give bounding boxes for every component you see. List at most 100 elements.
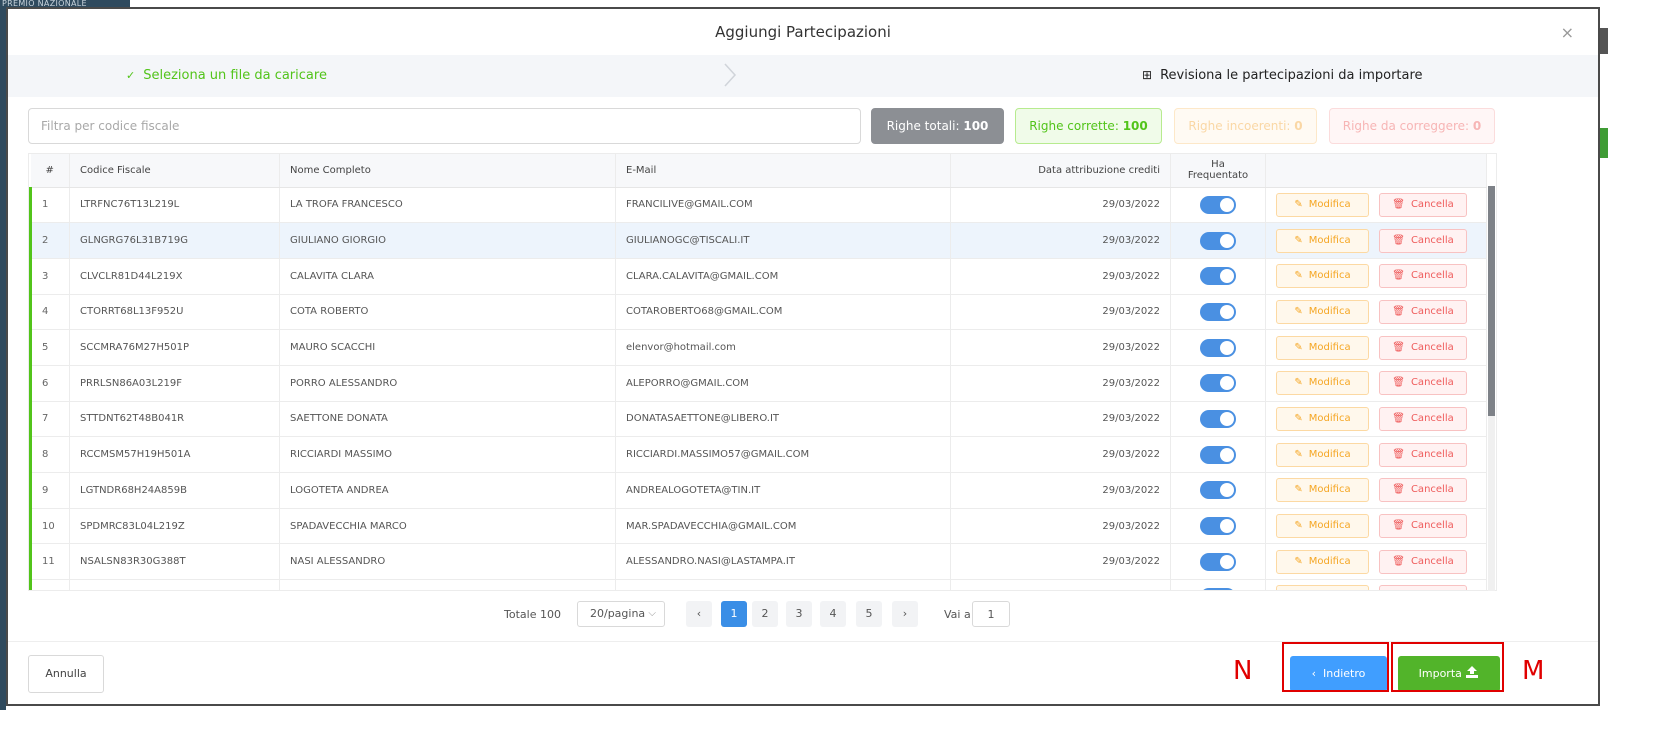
- row-email: [615, 579, 951, 590]
- attended-toggle[interactable]: [1200, 267, 1236, 286]
- row-actions-cell: ✎ Modifica 🗑 Cancella: [1265, 329, 1487, 366]
- col-email-header[interactable]: E-Mail: [615, 154, 951, 188]
- row-credit-date: 29/03/2022: [950, 258, 1171, 295]
- goto-page-input[interactable]: [972, 601, 1010, 627]
- row-email: elenvor@hotmail.com: [615, 329, 951, 366]
- attended-toggle[interactable]: [1200, 481, 1236, 500]
- row-index: 4: [29, 294, 70, 330]
- delete-button[interactable]: 🗑Cancella: [1379, 192, 1467, 217]
- col-credit-date-header[interactable]: Data attribuzione crediti: [950, 154, 1171, 188]
- page-button-4[interactable]: 4: [820, 601, 846, 627]
- edit-button[interactable]: ✎Modifica: [1276, 442, 1369, 467]
- edit-button-label: Modifica: [1308, 412, 1351, 424]
- page-button-1[interactable]: 1: [721, 601, 747, 627]
- delete-button[interactable]: 🗑Cancella: [1379, 442, 1467, 467]
- table-scrollbar-thumb[interactable]: [1488, 186, 1495, 416]
- row-full-name: LA TROFA FRANCESCO: [279, 187, 616, 223]
- row-full-name: MAURO SCACCHI: [279, 329, 616, 366]
- attended-toggle[interactable]: [1200, 588, 1236, 590]
- delete-button-label: Cancella: [1410, 484, 1454, 496]
- row-full-name: LOGOTETA ANDREA: [279, 472, 616, 509]
- attended-toggle[interactable]: [1200, 231, 1236, 250]
- delete-button[interactable]: 🗑Cancella: [1379, 514, 1467, 539]
- col-fiscal-code-header[interactable]: Codice Fiscale: [69, 154, 280, 188]
- correct-rows-badge[interactable]: Righe corrette: 100: [1015, 108, 1162, 144]
- edit-icon: ✎: [1294, 341, 1303, 353]
- row-email: FRANCILIVE@GMAIL.COM: [615, 187, 951, 223]
- row-full-name: SPADAVECCHIA MARCO: [279, 508, 616, 544]
- cancel-button[interactable]: Annulla: [28, 655, 104, 693]
- row-credit-date: 29/03/2022: [950, 365, 1171, 402]
- incoherent-rows-badge[interactable]: Righe incoerenti: 0: [1174, 108, 1317, 144]
- delete-button[interactable]: 🗑Cancella: [1379, 406, 1467, 431]
- page-button-3[interactable]: 3: [786, 601, 812, 627]
- edit-button-label: Modifica: [1308, 270, 1351, 282]
- rows-to-fix-badge[interactable]: Righe da correggere: 0: [1329, 108, 1495, 144]
- edit-button[interactable]: ✎Modifica: [1276, 549, 1369, 574]
- trash-icon: 🗑: [1392, 198, 1405, 210]
- fiscal-code-filter-input[interactable]: [28, 108, 861, 144]
- delete-button[interactable]: 🗑Cancella: [1379, 228, 1467, 253]
- row-fiscal-code: [69, 579, 280, 590]
- page-button-2[interactable]: 2: [752, 601, 778, 627]
- row-actions-cell: ✎ Modifica 🗑 Cancella: [1265, 294, 1487, 330]
- row-attended-cell: [1170, 543, 1266, 580]
- edit-button[interactable]: ✎Modifica: [1276, 478, 1369, 503]
- delete-button[interactable]: 🗑Cancella: [1379, 264, 1467, 289]
- edit-button[interactable]: ✎Modifica: [1276, 371, 1369, 396]
- table-scrollbar[interactable]: [1488, 186, 1495, 591]
- edit-button[interactable]: ✎Modifica: [1276, 228, 1369, 253]
- delete-button[interactable]: 🗑Cancella: [1379, 478, 1467, 503]
- attended-toggle[interactable]: [1200, 195, 1236, 214]
- page-button-5[interactable]: 5: [856, 601, 882, 627]
- delete-button[interactable]: 🗑Cancella: [1379, 549, 1467, 574]
- edit-button[interactable]: ✎Modifica: [1276, 335, 1369, 360]
- step-review-participations[interactable]: ⊞ Revisiona le partecipazioni da importar…: [1142, 68, 1423, 83]
- delete-button[interactable]: 🗑Cancella: [1379, 299, 1467, 324]
- edit-button[interactable]: ✎Modifica: [1276, 192, 1369, 217]
- edit-button-label: Modifica: [1308, 305, 1351, 317]
- delete-button-label: Cancella: [1410, 412, 1454, 424]
- attended-toggle[interactable]: [1200, 552, 1236, 571]
- delete-button[interactable]: 🗑Cancella: [1379, 585, 1467, 590]
- edit-icon: ✎: [1294, 270, 1303, 282]
- attended-toggle[interactable]: [1200, 445, 1236, 464]
- delete-button[interactable]: 🗑Cancella: [1379, 371, 1467, 396]
- correct-rows-value: 100: [1122, 119, 1148, 133]
- trash-icon: 🗑: [1392, 305, 1405, 317]
- page-size-select[interactable]: 20/pagina ⌵: [577, 601, 665, 627]
- row-email: MAR.SPADAVECCHIA@GMAIL.COM: [615, 508, 951, 544]
- edit-icon: ✎: [1294, 305, 1303, 317]
- row-fiscal-code: LGTNDR68H24A859B: [69, 472, 280, 509]
- edit-button[interactable]: ✎Modifica: [1276, 514, 1369, 539]
- edit-button[interactable]: ✎ Modifica: [1276, 299, 1369, 324]
- col-full-name-header[interactable]: Nome Completo: [279, 154, 616, 188]
- row-index: 9: [29, 472, 70, 509]
- attended-toggle[interactable]: [1200, 338, 1236, 357]
- prev-page-button[interactable]: ‹: [686, 601, 712, 627]
- step-select-file[interactable]: ✓ Seleziona un file da caricare: [126, 68, 327, 83]
- trash-icon: 🗑: [1392, 448, 1405, 460]
- attended-toggle[interactable]: [1200, 517, 1236, 536]
- row-email: DONATASAETTONE@LIBERO.IT: [615, 401, 951, 437]
- delete-button[interactable]: 🗑Cancella: [1379, 335, 1467, 360]
- next-page-button[interactable]: ›: [892, 601, 918, 627]
- table-row: 3 CLVCLR81D44L219X CALAVITA CLARA CLARA.CAL…: [29, 258, 1487, 295]
- row-full-name: [279, 579, 616, 590]
- edit-button-label: Modifica: [1308, 555, 1351, 567]
- delete-button-label: Cancella: [1410, 270, 1454, 282]
- attended-toggle[interactable]: [1200, 302, 1236, 321]
- close-icon[interactable]: ×: [1561, 23, 1574, 42]
- row-attended-cell: [1170, 258, 1266, 295]
- edit-button[interactable]: ✎Modifica: [1276, 585, 1369, 590]
- attended-toggle[interactable]: [1200, 409, 1236, 428]
- row-attended-cell: [1170, 508, 1266, 544]
- edit-button[interactable]: ✎ Modifica: [1276, 264, 1369, 289]
- table-row: 5 SCCMRA76M27H501P MAURO SCACCHI elenvor@ho…: [29, 329, 1487, 366]
- col-attended-header[interactable]: Ha Frequentato: [1170, 154, 1266, 188]
- attended-toggle[interactable]: [1200, 374, 1236, 393]
- row-index: 1: [29, 187, 70, 223]
- row-email: ALESSANDRO.NASI@LASTAMPA.IT: [615, 543, 951, 580]
- edit-button[interactable]: ✎Modifica: [1276, 406, 1369, 431]
- row-full-name: COTA ROBERTO: [279, 294, 616, 330]
